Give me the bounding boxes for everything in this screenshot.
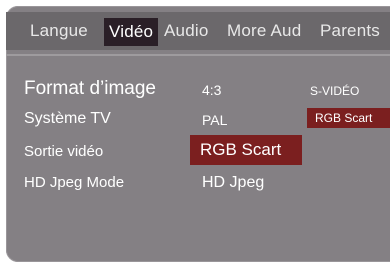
- tab-video[interactable]: Vidéo: [104, 18, 159, 46]
- setting-label-format[interactable]: Format d’image: [24, 78, 156, 100]
- setting-label-systeme-tv[interactable]: Système TV: [24, 110, 111, 128]
- tab-parents[interactable]: Parents: [320, 12, 380, 50]
- setting-value-format[interactable]: 4:3: [202, 82, 221, 98]
- option-rgb-scart[interactable]: RGB Scart: [307, 108, 390, 128]
- tab-divider: [6, 54, 390, 56]
- option-s-video[interactable]: S-VIDÉO: [310, 84, 359, 98]
- setting-value-hd-jpeg-mode[interactable]: HD Jpeg: [202, 174, 264, 192]
- setting-label-sortie-video[interactable]: Sortie vidéo: [24, 143, 103, 160]
- tab-langue[interactable]: Langue: [30, 12, 88, 50]
- tab-audio[interactable]: Audio: [164, 12, 208, 50]
- setting-label-hd-jpeg-mode[interactable]: HD Jpeg Mode: [24, 174, 124, 191]
- setting-value-sortie-video[interactable]: RGB Scart: [190, 135, 302, 165]
- tab-bar: Langue Vidéo Audio More Aud Parents: [6, 12, 390, 50]
- tab-more-aud[interactable]: More Aud: [227, 12, 301, 50]
- setting-value-systeme-tv[interactable]: PAL: [202, 112, 227, 128]
